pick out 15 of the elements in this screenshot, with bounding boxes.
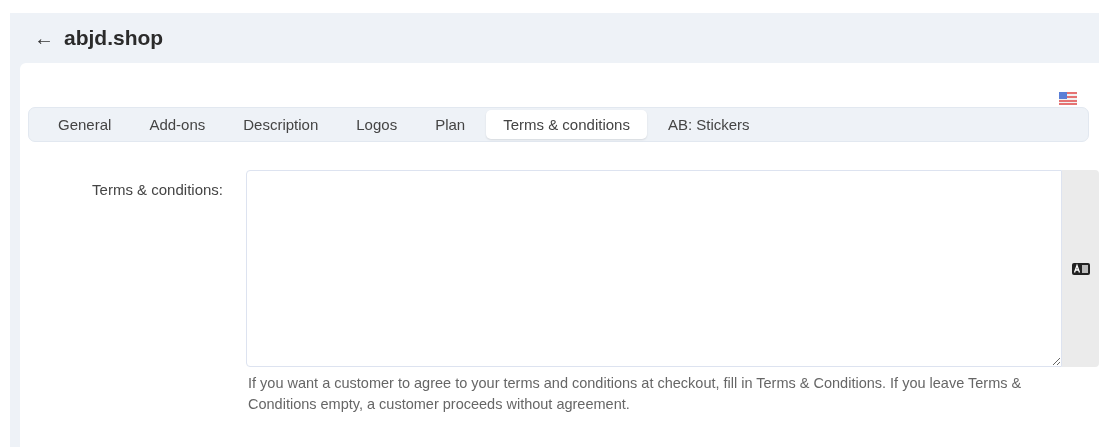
page-title: abjd.shop <box>64 26 164 50</box>
tab[interactable]: Logos <box>339 110 415 139</box>
tab[interactable]: Terms & conditions <box>486 110 647 139</box>
flag-icon[interactable] <box>1059 92 1077 105</box>
tab[interactable]: AB: Stickers <box>650 110 767 139</box>
field-label: Terms & conditions: <box>91 180 223 200</box>
tab[interactable]: Plan <box>418 110 483 139</box>
translate-button[interactable] <box>1062 170 1099 367</box>
terms-field[interactable] <box>246 170 1062 367</box>
translate-icon <box>1071 262 1090 275</box>
tab[interactable]: Add-ons <box>132 110 223 139</box>
help-text: If you want a customer to agree to your terms and conditions at checkout, fill in Terms & Conditions. If you leave Terms & Conditions empty, a customer proceeds without agreement. <box>248 374 1023 414</box>
tab[interactable]: General <box>41 110 129 139</box>
back-button[interactable]: ← <box>34 26 54 50</box>
tab[interactable]: Description <box>226 110 336 139</box>
